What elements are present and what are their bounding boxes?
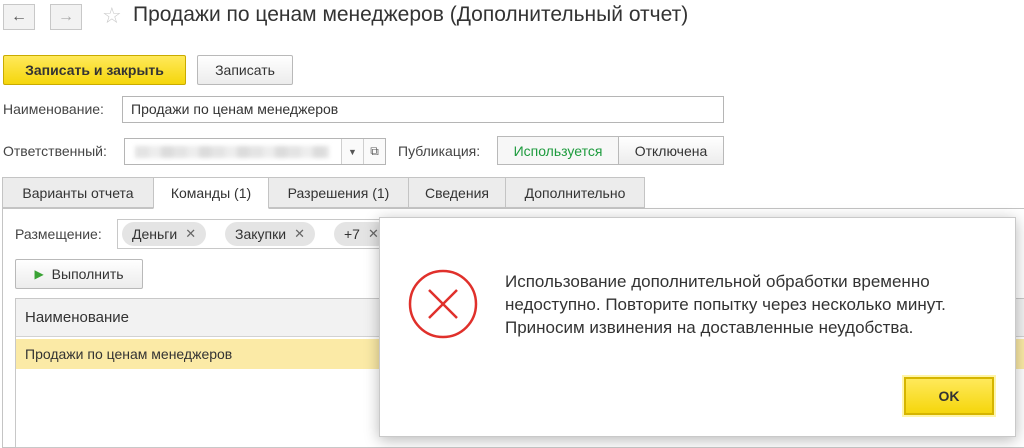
placement-chip[interactable]: Деньги ✕: [122, 222, 207, 246]
publication-disabled-button[interactable]: Отключена: [618, 136, 724, 165]
tab-commands[interactable]: Команды (1): [153, 177, 269, 209]
arrow-left-icon: ←: [11, 8, 27, 25]
placement-label: Размещение:: [15, 226, 102, 242]
play-icon: ▶: [34, 267, 44, 281]
error-message: Использование дополнительной обработки в…: [505, 272, 946, 337]
window-title: Продажи по ценам менеджеров (Дополнитель…: [133, 3, 689, 26]
chip-label: +7: [344, 226, 360, 242]
chip-label: Закупки: [235, 226, 287, 242]
remove-chip-icon[interactable]: ✕: [368, 226, 379, 242]
responsible-label: Ответственный:: [3, 143, 107, 159]
tab-info[interactable]: Сведения: [408, 177, 506, 208]
ok-button[interactable]: OK: [904, 377, 994, 415]
error-dialog: Использование дополнительной обработки в…: [379, 217, 1016, 437]
name-input[interactable]: Продажи по ценам менеджеров: [122, 96, 724, 123]
forward-button[interactable]: →: [50, 4, 82, 30]
responsible-open-button[interactable]: ⧉: [363, 139, 385, 164]
save-button[interactable]: Записать: [197, 55, 293, 85]
favorite-star-icon[interactable]: ☆: [102, 3, 122, 29]
responsible-dropdown-button[interactable]: ▼: [341, 139, 363, 164]
open-window-icon: ⧉: [370, 144, 379, 158]
tab-permissions[interactable]: Разрешения (1): [268, 177, 409, 208]
arrow-right-icon: →: [58, 8, 74, 25]
tab-additional[interactable]: Дополнительно: [505, 177, 645, 208]
remove-chip-icon[interactable]: ✕: [294, 226, 305, 242]
run-button[interactable]: ▶ Выполнить: [15, 259, 143, 289]
chip-label: Деньги: [132, 226, 178, 242]
publication-label: Публикация:: [398, 143, 481, 159]
tab-report-variants[interactable]: Варианты отчета: [2, 177, 154, 208]
responsible-input[interactable]: ▼ ⧉: [124, 138, 386, 165]
error-icon: [408, 269, 478, 339]
responsible-value-blurred: [135, 146, 329, 158]
remove-chip-icon[interactable]: ✕: [185, 226, 196, 242]
publication-used-button[interactable]: Используется: [497, 136, 619, 165]
dropdown-arrow-icon: ▼: [348, 146, 357, 157]
name-label: Наименование:: [3, 101, 104, 117]
back-button[interactable]: ←: [3, 4, 35, 30]
save-and-close-button[interactable]: Записать и закрыть: [3, 55, 186, 85]
placement-chip[interactable]: Закупки ✕: [225, 222, 315, 246]
run-button-label: Выполнить: [51, 266, 124, 282]
